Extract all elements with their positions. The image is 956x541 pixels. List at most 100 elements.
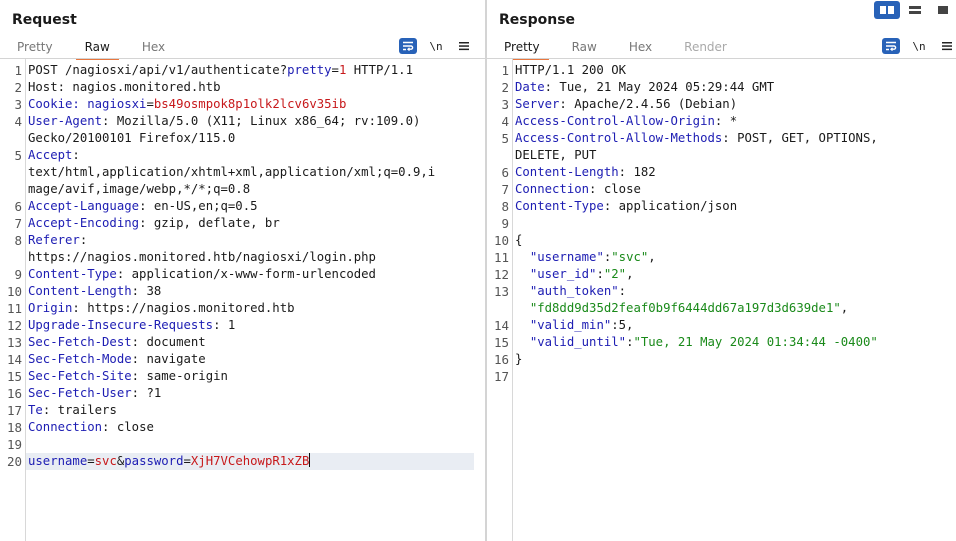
code-token: : 182 — [618, 165, 656, 179]
response-code-line: DELETE, PUT — [487, 147, 956, 164]
line-number: 16 — [493, 352, 509, 367]
request-code-line: 12 Upgrade-Insecure-Requests: 1 — [0, 317, 485, 334]
response-tab-render[interactable]: Render — [675, 38, 736, 58]
response-newline-toggle[interactable]: \n — [910, 38, 928, 54]
code-token: "svc" — [611, 250, 649, 264]
request-tab-raw[interactable]: Raw — [75, 38, 119, 60]
request-tab-hex[interactable]: Hex — [133, 38, 174, 58]
line-number: 15 — [6, 369, 22, 384]
line-text: Origin: https://nagios.monitored.htb — [28, 300, 295, 317]
line-text: DELETE, PUT — [515, 147, 596, 164]
code-token: text/html,application/xhtml+xml,applicat… — [28, 165, 436, 179]
line-number: 4 — [501, 114, 509, 129]
code-token: : en-US,en;q=0.5 — [139, 199, 258, 213]
response-editor[interactable]: 1 HTTP/1.1 200 OK 2 Date: Tue, 21 May 2024 … — [487, 59, 956, 541]
code-token: "valid_until" — [529, 335, 627, 349]
response-code-line: "fd8dd9d35d2feaf0b9f6444dd67a197d3d639de… — [487, 300, 956, 317]
code-token: : close — [102, 420, 154, 434]
code-token: DELETE, PUT — [515, 148, 597, 162]
layout-stacked-button[interactable] — [902, 1, 928, 19]
code-token: = — [183, 454, 191, 468]
request-code-line: 7 Accept-Encoding: gzip, deflate, br — [0, 215, 485, 232]
response-tab-pretty[interactable]: Pretty — [495, 38, 549, 60]
line-text: "username":"svc", — [515, 249, 656, 266]
code-token: mage/avif,image/webp,*/*;q=0.8 — [28, 182, 251, 196]
request-code-line: Gecko/20100101 Firefox/115.0 — [0, 130, 485, 147]
line-text: Sec-Fetch-Site: same-origin — [28, 368, 228, 385]
code-token: : 38 — [131, 284, 162, 298]
request-code-line: mage/avif,image/webp,*/*;q=0.8 — [0, 181, 485, 198]
line-text: Te: trailers — [28, 402, 117, 419]
code-token: Content-Type — [28, 267, 117, 281]
request-code-line: 4 User-Agent: Mozilla/5.0 (X11; Linux x86… — [0, 113, 485, 130]
code-token: HTTP/1.1 — [346, 63, 413, 77]
line-number: 19 — [6, 437, 22, 452]
code-token: : POST, GET, OPTIONS, — [722, 131, 878, 145]
request-tab-pretty[interactable]: Pretty — [8, 38, 62, 58]
request-menu-button[interactable] — [455, 38, 473, 54]
code-token: XjH7VCehowpR1xZB — [190, 454, 310, 468]
request-wrap-toggle[interactable] — [399, 38, 417, 54]
response-wrap-toggle[interactable] — [882, 38, 900, 54]
response-code-line: 15 "valid_until":"Tue, 21 May 2024 01:34… — [487, 334, 956, 351]
line-number: 11 — [6, 301, 22, 316]
code-token: "auth_token" — [529, 284, 619, 298]
request-code-line: 20 username=svc&password=XjH7VCehowpR1xZB — [7, 453, 474, 470]
code-token: Access-Control-Allow-Methods — [515, 131, 723, 145]
line-number: 11 — [493, 250, 509, 265]
response-tab-hex[interactable]: Hex — [620, 38, 661, 58]
request-code-line: 14 Sec-Fetch-Mode: navigate — [0, 351, 485, 368]
line-number: 15 — [493, 335, 509, 350]
line-text: Connection: close — [515, 181, 641, 198]
code-token: nagiosxi — [87, 97, 147, 111]
code-token: : trailers — [42, 403, 117, 417]
request-code-line: 1 POST /nagiosxi/api/v1/authenticate?pret… — [0, 62, 485, 79]
response-code: 1 HTTP/1.1 200 OK 2 Date: Tue, 21 May 2024 … — [487, 62, 956, 385]
request-code-line: 11 Origin: https://nagios.monitored.htb — [0, 300, 485, 317]
line-text: { — [515, 232, 522, 249]
code-token: Sec-Fetch-User — [28, 386, 132, 400]
line-text: Content-Length: 182 — [515, 164, 656, 181]
layout-switch — [872, 1, 956, 19]
response-menu-button[interactable] — [938, 38, 956, 54]
line-text: username=svc&password=XjH7VCehowpR1xZB — [28, 453, 311, 470]
request-code-line: 16 Sec-Fetch-User: ?1 — [0, 385, 485, 402]
line-text: "auth_token": — [515, 283, 626, 300]
code-token: Content-Length — [28, 284, 132, 298]
code-token: : gzip, deflate, br — [139, 216, 280, 230]
code-token: svc — [94, 454, 117, 468]
request-code-line: 3 Cookie: nagiosxi=bs49osmpok8p1olk2lcv6v… — [0, 96, 485, 113]
single-pane-icon — [938, 6, 948, 14]
code-token: Host: nagios.monitored.htb — [28, 80, 221, 94]
line-number: 5 — [14, 148, 22, 163]
code-token: Accept-Language — [28, 199, 140, 213]
line-number: 6 — [14, 199, 22, 214]
line-text: Connection: close — [28, 419, 154, 436]
code-token: : Tue, 21 May 2024 05:29:44 GMT — [544, 80, 775, 94]
code-token: "2" — [603, 267, 627, 281]
code-token: : application/x-www-form-urlencoded — [116, 267, 376, 281]
line-number: 7 — [14, 216, 22, 231]
response-tab-raw[interactable]: Raw — [563, 38, 606, 58]
response-code-line: 9 — [487, 215, 956, 232]
request-newline-toggle[interactable]: \n — [427, 38, 445, 54]
request-code-line: 8 Referer: — [0, 232, 485, 249]
code-token: Sec-Fetch-Site — [28, 369, 132, 383]
code-token: Sec-Fetch-Mode — [28, 352, 132, 366]
line-text: Referer: — [28, 232, 87, 249]
line-text: "fd8dd9d35d2feaf0b9f6444dd67a197d3d639de… — [515, 300, 848, 317]
code-token: pretty — [287, 63, 332, 77]
line-text: Content-Type: application/x-www-form-url… — [28, 266, 376, 283]
request-editor[interactable]: 1 POST /nagiosxi/api/v1/authenticate?pret… — [0, 59, 485, 541]
request-code-line: 19 — [0, 436, 485, 453]
line-number: 8 — [501, 199, 509, 214]
layout-side-by-side-button[interactable] — [874, 1, 900, 19]
code-token: } — [515, 352, 523, 366]
line-text: Cookie: nagiosxi=bs49osmpok8p1olk2lcv6v3… — [28, 96, 346, 113]
layout-single-button[interactable] — [930, 1, 956, 19]
request-code-line: text/html,application/xhtml+xml,applicat… — [0, 164, 485, 181]
